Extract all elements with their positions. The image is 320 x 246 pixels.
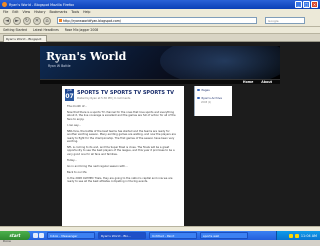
blog-header: Ryan's World Ryan W Bottle (40, 46, 280, 79)
bookmark-getting-started[interactable]: Getting Started (3, 28, 27, 32)
blog-nav: Home About (40, 79, 280, 84)
tray-icon[interactable] (294, 233, 299, 238)
menu-view[interactable]: View (23, 10, 31, 14)
post-paragraph: Back to our life (67, 170, 87, 174)
tab-ryans-world[interactable]: Ryan's World - Blogspot (3, 35, 47, 42)
system-tray: 11:04 AM (276, 231, 320, 240)
menu-file[interactable]: File (3, 10, 8, 14)
post-paragraph: In the 2008 OLYMPIC Trials, they are goi… (67, 176, 173, 184)
taskbar-button-messenger[interactable]: Inbox - Messenger (47, 232, 95, 239)
post-paragraph: I can say... (67, 123, 81, 127)
close-button[interactable]: × (311, 1, 318, 8)
address-url: http://ryansworldfyan.blogspot.com/ (63, 19, 121, 23)
blog-title[interactable]: Ryan's World (46, 50, 126, 63)
window-controls: _ □ × (295, 1, 318, 8)
post-paragraph: Now that there is a sports TV channel fo… (67, 111, 176, 121)
reload-icon[interactable]: ↻ (23, 16, 31, 25)
site-favicon-icon (59, 19, 62, 22)
firefox-icon (2, 2, 7, 7)
tray-icon[interactable] (288, 233, 293, 238)
taskbar-button-firefox[interactable]: Ryan's World - Blo... (98, 232, 146, 239)
menu-edit[interactable]: Edit (12, 10, 18, 14)
bullet-icon (197, 96, 200, 100)
menu-tools[interactable]: Tools (71, 10, 79, 14)
forward-arrow-icon[interactable]: ► (13, 16, 21, 25)
post-paragraph: NFL is coming to its end, and the Super … (67, 146, 175, 156)
blog-sidebar: Pages Ryan's Archive 2008 (1) (194, 86, 232, 116)
search-input[interactable]: Google (265, 17, 305, 24)
post-body: The month of... Now that there is a spor… (67, 105, 179, 186)
bullet-icon (197, 88, 200, 92)
maximize-button[interactable]: □ (303, 1, 310, 8)
home-icon[interactable]: ⌂ (43, 16, 51, 25)
post-paragraph: The month of... (67, 105, 87, 108)
post-day: 07 (65, 92, 74, 100)
taskbar-button-sports-wall[interactable]: sports wall (200, 232, 248, 239)
bookmark-latest-headlines[interactable]: Latest Headlines (33, 28, 59, 32)
quick-launch (33, 233, 44, 238)
post-paragraph: Go in and bring the next regular season … (67, 164, 128, 168)
quick-launch-icon[interactable] (39, 233, 44, 238)
windows-taskbar: start Inbox - Messenger Ryan's World - B… (0, 231, 320, 240)
start-button[interactable]: start (0, 231, 30, 240)
tab-bar: Ryan's World - Blogspot (0, 34, 320, 42)
tray-clock: 11:04 AM (300, 233, 317, 238)
stop-icon[interactable]: ✕ (33, 16, 41, 25)
page-viewport: Ryan's World Ryan W Bottle Home About JA… (0, 42, 320, 226)
window-title: Ryan's World - Blogspot Mozilla Firefox (9, 2, 75, 7)
post-date-badge: JAN 07 (65, 89, 74, 101)
taskbar-button-paint[interactable]: Untitled - Paint (149, 232, 197, 239)
nav-home-link[interactable]: Home (243, 80, 253, 84)
address-bar[interactable]: http://ryansworldfyan.blogspot.com/ (57, 17, 257, 24)
menu-help[interactable]: Help (83, 10, 90, 14)
bookmarks-toolbar: Getting Started Latest Headlines Rose Mi… (0, 27, 320, 34)
bookmark-rose-mix[interactable]: Rose Mix Jaggar 2008 (65, 28, 99, 32)
menu-bookmarks[interactable]: Bookmarks (49, 10, 67, 14)
sidebar-item-pages[interactable]: Pages (195, 86, 232, 94)
navigation-toolbar: ◄ ► ↻ ✕ ⌂ http://ryansworldfyan.blogspot… (0, 15, 320, 27)
post-paragraph: Today... (67, 158, 77, 162)
quick-launch-icon[interactable] (33, 233, 38, 238)
post-area: JAN 07 SPORTS TV SPORTS TV SPORTS TV Pos… (62, 86, 184, 226)
sidebar-item-label: Ryan's Archive (201, 96, 223, 100)
nav-about-link[interactable]: About (261, 80, 272, 84)
minimize-button[interactable]: _ (295, 1, 302, 8)
back-arrow-icon[interactable]: ◄ (3, 16, 11, 25)
archive-count[interactable]: 2008 (1) (195, 101, 232, 104)
sidebar-item-label: Pages (201, 88, 210, 92)
post-paragraph: NBA fans, the battle of the best teams h… (67, 129, 176, 144)
post-title[interactable]: SPORTS TV SPORTS TV SPORTS TV (77, 90, 174, 96)
header-glow (160, 46, 280, 79)
post-meta: Posted by Ryan at 5:30 PM | 0 comments (77, 97, 131, 100)
blog-subtitle: Ryan W Bottle (48, 64, 71, 68)
window-titlebar: Ryan's World - Blogspot Mozilla Firefox … (0, 0, 320, 9)
menu-history[interactable]: History (34, 10, 45, 14)
